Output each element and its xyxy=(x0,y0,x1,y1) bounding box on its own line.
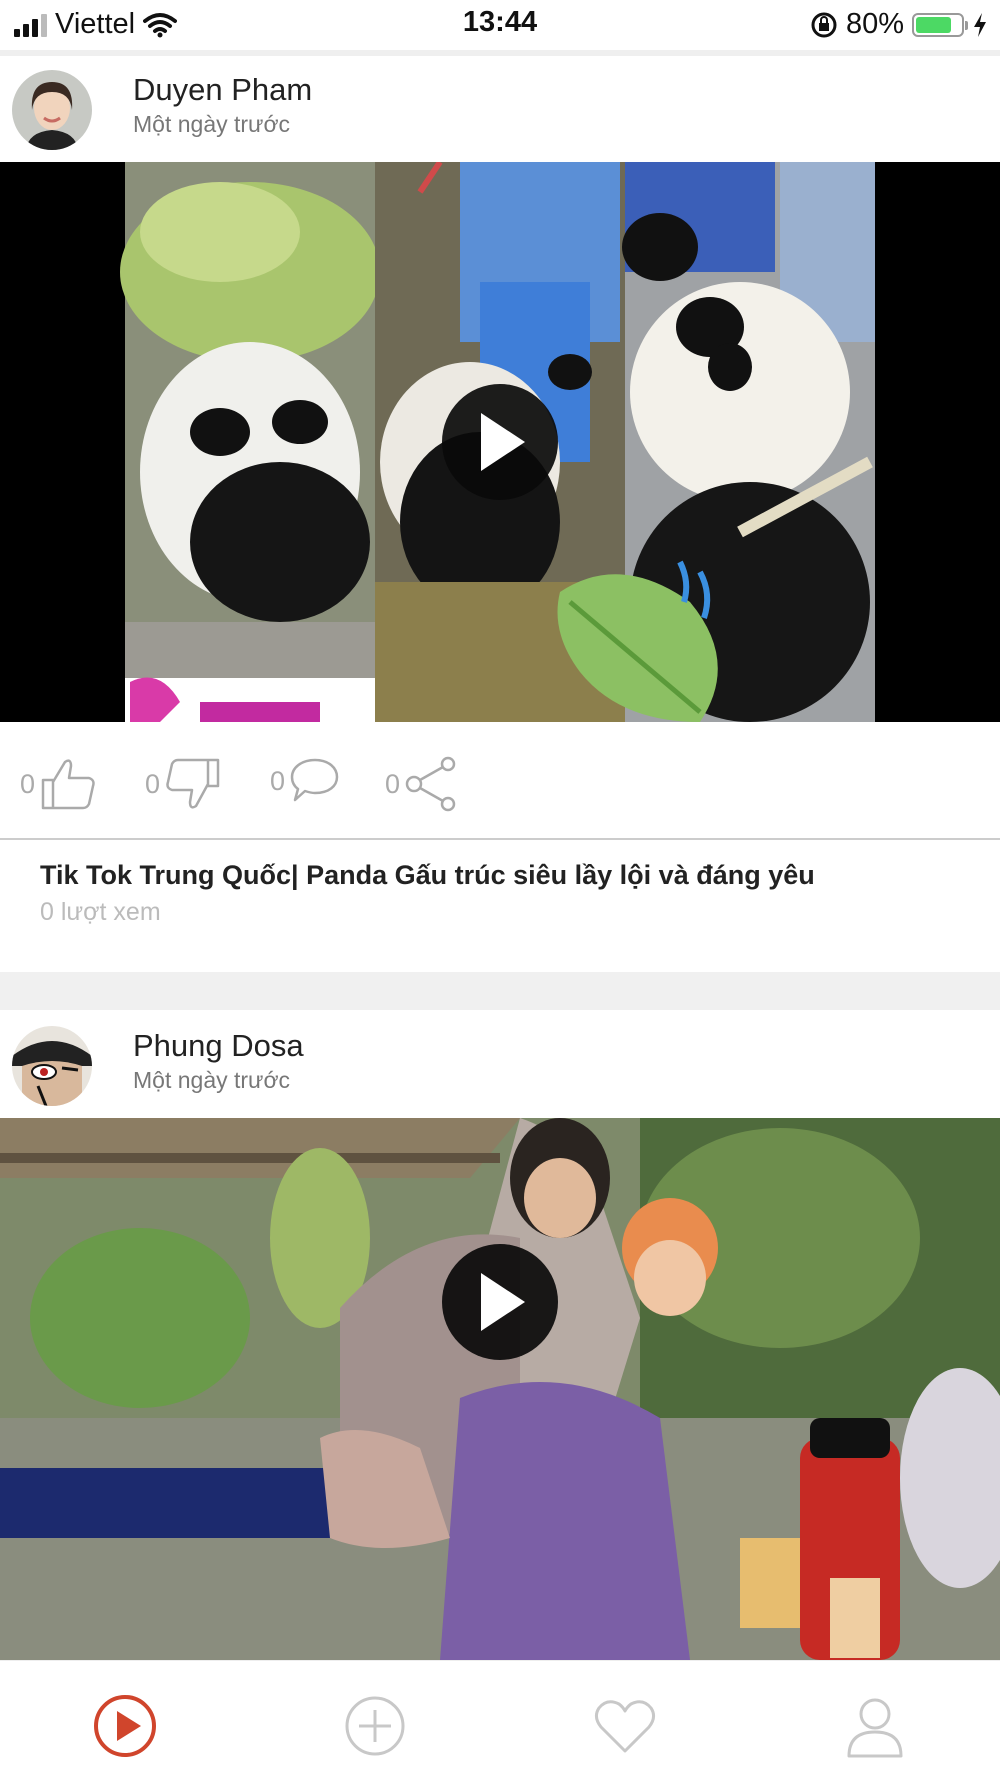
play-icon xyxy=(94,1695,156,1757)
author-name[interactable]: Phung Dosa xyxy=(133,1028,304,1064)
tab-videos[interactable] xyxy=(90,1691,160,1761)
video-title[interactable]: Tik Tok Trung Quốc| Panda Gấu trúc siêu … xyxy=(40,860,815,891)
like-count: 0 xyxy=(20,768,36,799)
author-name[interactable]: Duyen Pham xyxy=(133,72,312,108)
post-time: Một ngày trước xyxy=(133,1067,291,1093)
status-bar: Viettel 13:44 80% xyxy=(0,0,1000,50)
user-icon xyxy=(847,1698,903,1758)
avatar[interactable] xyxy=(12,1026,92,1106)
battery-icon xyxy=(912,12,968,37)
dislike-count: 0 xyxy=(145,768,161,799)
comment-count: 0 xyxy=(270,765,286,796)
video-thumbnail[interactable] xyxy=(0,1118,1000,1660)
tab-add[interactable] xyxy=(340,1691,410,1761)
video-thumbnail[interactable] xyxy=(0,162,1000,722)
charging-icon xyxy=(974,12,986,37)
share-count: 0 xyxy=(385,768,401,799)
play-icon xyxy=(481,1273,525,1331)
divider xyxy=(0,838,1000,840)
avatar[interactable] xyxy=(12,70,92,150)
tab-favorites[interactable] xyxy=(590,1691,660,1761)
rotation-lock-icon xyxy=(811,12,837,37)
share-icon xyxy=(405,756,456,812)
post-header: Duyen Pham Một ngày trước xyxy=(0,56,1000,162)
heart-icon xyxy=(594,1700,656,1753)
tab-profile[interactable] xyxy=(840,1691,910,1761)
play-button[interactable] xyxy=(442,384,558,500)
post-actions: 0 0 0 0 xyxy=(0,722,1000,838)
play-button[interactable] xyxy=(442,1244,558,1360)
tab-bar xyxy=(0,1660,1000,1779)
post-separator xyxy=(0,972,1000,1010)
plus-icon xyxy=(345,1696,405,1756)
view-count: 0 lượt xem xyxy=(40,898,161,926)
comment-icon xyxy=(290,758,339,802)
battery-percent: 80% xyxy=(845,8,904,40)
thumbs-up-icon xyxy=(41,759,95,810)
play-icon xyxy=(481,413,525,471)
share-button[interactable]: 0 xyxy=(385,756,460,812)
thumbs-down-icon xyxy=(166,758,220,809)
like-button[interactable]: 0 xyxy=(20,756,97,812)
post-header: Phung Dosa Một ngày trước xyxy=(0,1012,1000,1118)
post-time: Một ngày trước xyxy=(133,111,291,137)
dislike-button[interactable]: 0 xyxy=(145,756,222,812)
comment-button[interactable]: 0 xyxy=(270,756,341,806)
